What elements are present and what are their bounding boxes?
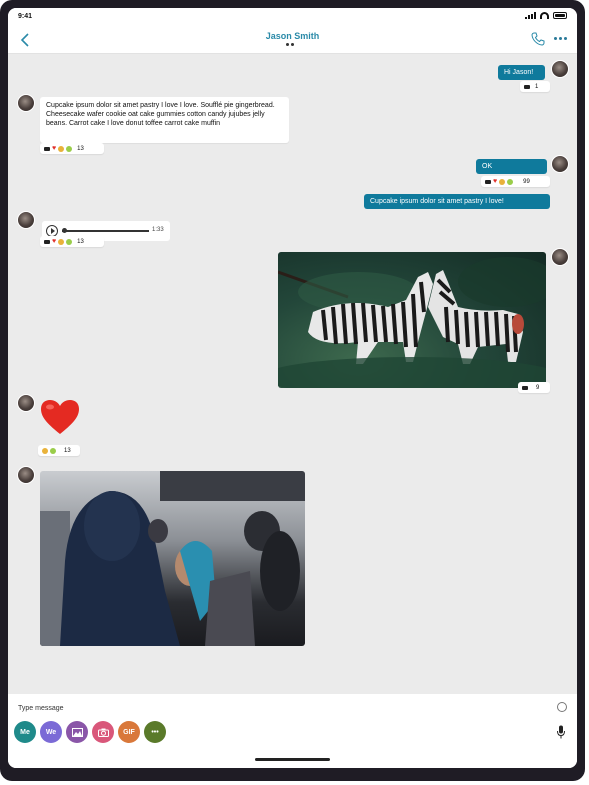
chat-screen: 9:41 Jason Smith Hi Jason! 1 Cupcake ips… <box>8 8 577 768</box>
avatar-contact <box>17 211 35 229</box>
avatar-self <box>551 155 569 173</box>
avatar-self <box>551 60 569 78</box>
clap-reaction-icon <box>58 238 65 245</box>
zebra-photo[interactable] <box>278 252 546 388</box>
clap-reaction-icon <box>58 145 65 152</box>
status-time: 9:41 <box>18 13 33 20</box>
me-button[interactable]: Me <box>14 721 36 743</box>
grin-reaction-icon <box>66 238 73 245</box>
message-reactions[interactable]: 13 <box>38 445 80 456</box>
grin-reaction-icon <box>507 178 514 185</box>
chat-header: Jason Smith <box>8 26 577 54</box>
heart-reaction-icon: ♥ <box>52 238 57 245</box>
audio-duration: 1:33 <box>152 227 164 233</box>
image-icon[interactable] <box>66 721 88 743</box>
message-composer: Me We GIF ••• <box>8 694 577 768</box>
message-reactions[interactable]: ♥ 13 <box>40 236 104 247</box>
clap-reaction-icon <box>42 447 48 454</box>
status-bar: 9:41 <box>8 8 577 26</box>
contact-name[interactable]: Jason Smith <box>8 31 577 41</box>
message-reactions[interactable]: ♥ 99 <box>481 176 550 187</box>
avatar-contact <box>17 94 35 112</box>
message-bubble-outgoing[interactable]: OK <box>476 159 547 174</box>
reaction-count: 9 <box>536 384 540 391</box>
message-reactions[interactable]: ♥ 13 <box>40 143 104 154</box>
clap-reaction-icon <box>499 178 506 185</box>
camera-reaction-icon <box>44 239 50 244</box>
reaction-count: 13 <box>77 145 84 152</box>
reaction-count: 13 <box>64 447 71 454</box>
wifi-icon <box>540 12 549 19</box>
status-icons <box>525 12 567 19</box>
heart-reaction-icon: ♥ <box>52 145 57 152</box>
message-reactions[interactable]: 9 <box>518 382 550 393</box>
avatar-contact <box>17 394 35 412</box>
phone-call-icon[interactable] <box>531 32 545 46</box>
message-bubble-incoming[interactable]: Cupcake ipsum dolor sit amet pastry I lo… <box>40 97 289 143</box>
camera-reaction-icon <box>485 179 491 184</box>
more-options-icon[interactable] <box>554 37 567 40</box>
audio-progress-knob[interactable] <box>62 228 67 233</box>
grin-reaction-icon <box>50 447 56 454</box>
we-button[interactable]: We <box>40 721 62 743</box>
signal-icon <box>525 12 536 19</box>
reaction-count: 1 <box>535 83 539 90</box>
message-reactions[interactable]: 1 <box>520 81 550 92</box>
more-tools-button[interactable]: ••• <box>144 721 166 743</box>
composer-toolbar: Me We GIF ••• <box>14 721 166 743</box>
large-heart-icon <box>41 400 79 434</box>
avatar-contact <box>17 466 35 484</box>
microphone-icon[interactable] <box>557 725 565 739</box>
heart-reaction-icon: ♥ <box>493 178 498 185</box>
message-bubble-outgoing[interactable]: Cupcake ipsum dolor sit amet pastry I lo… <box>364 194 550 209</box>
message-input[interactable] <box>18 702 538 714</box>
camera-reaction-icon <box>524 84 530 89</box>
battery-icon <box>553 12 567 19</box>
camera-icon[interactable] <box>92 721 114 743</box>
grin-reaction-icon <box>66 145 73 152</box>
audio-progress-track[interactable] <box>62 228 149 233</box>
gif-button[interactable]: GIF <box>118 721 140 743</box>
reaction-count: 13 <box>77 238 84 245</box>
camera-reaction-icon <box>44 146 50 151</box>
avatar-self <box>551 248 569 266</box>
message-bubble-outgoing[interactable]: Hi Jason! <box>498 65 545 80</box>
reaction-count: 99 <box>523 178 530 185</box>
camera-reaction-icon <box>522 385 528 390</box>
snow-crowd-photo[interactable] <box>40 471 305 646</box>
emoji-icon[interactable] <box>557 702 567 712</box>
tablet-frame: 9:41 Jason Smith Hi Jason! 1 Cupcake ips… <box>0 0 585 781</box>
presence-dots-icon <box>286 43 294 46</box>
home-indicator[interactable] <box>255 758 330 761</box>
